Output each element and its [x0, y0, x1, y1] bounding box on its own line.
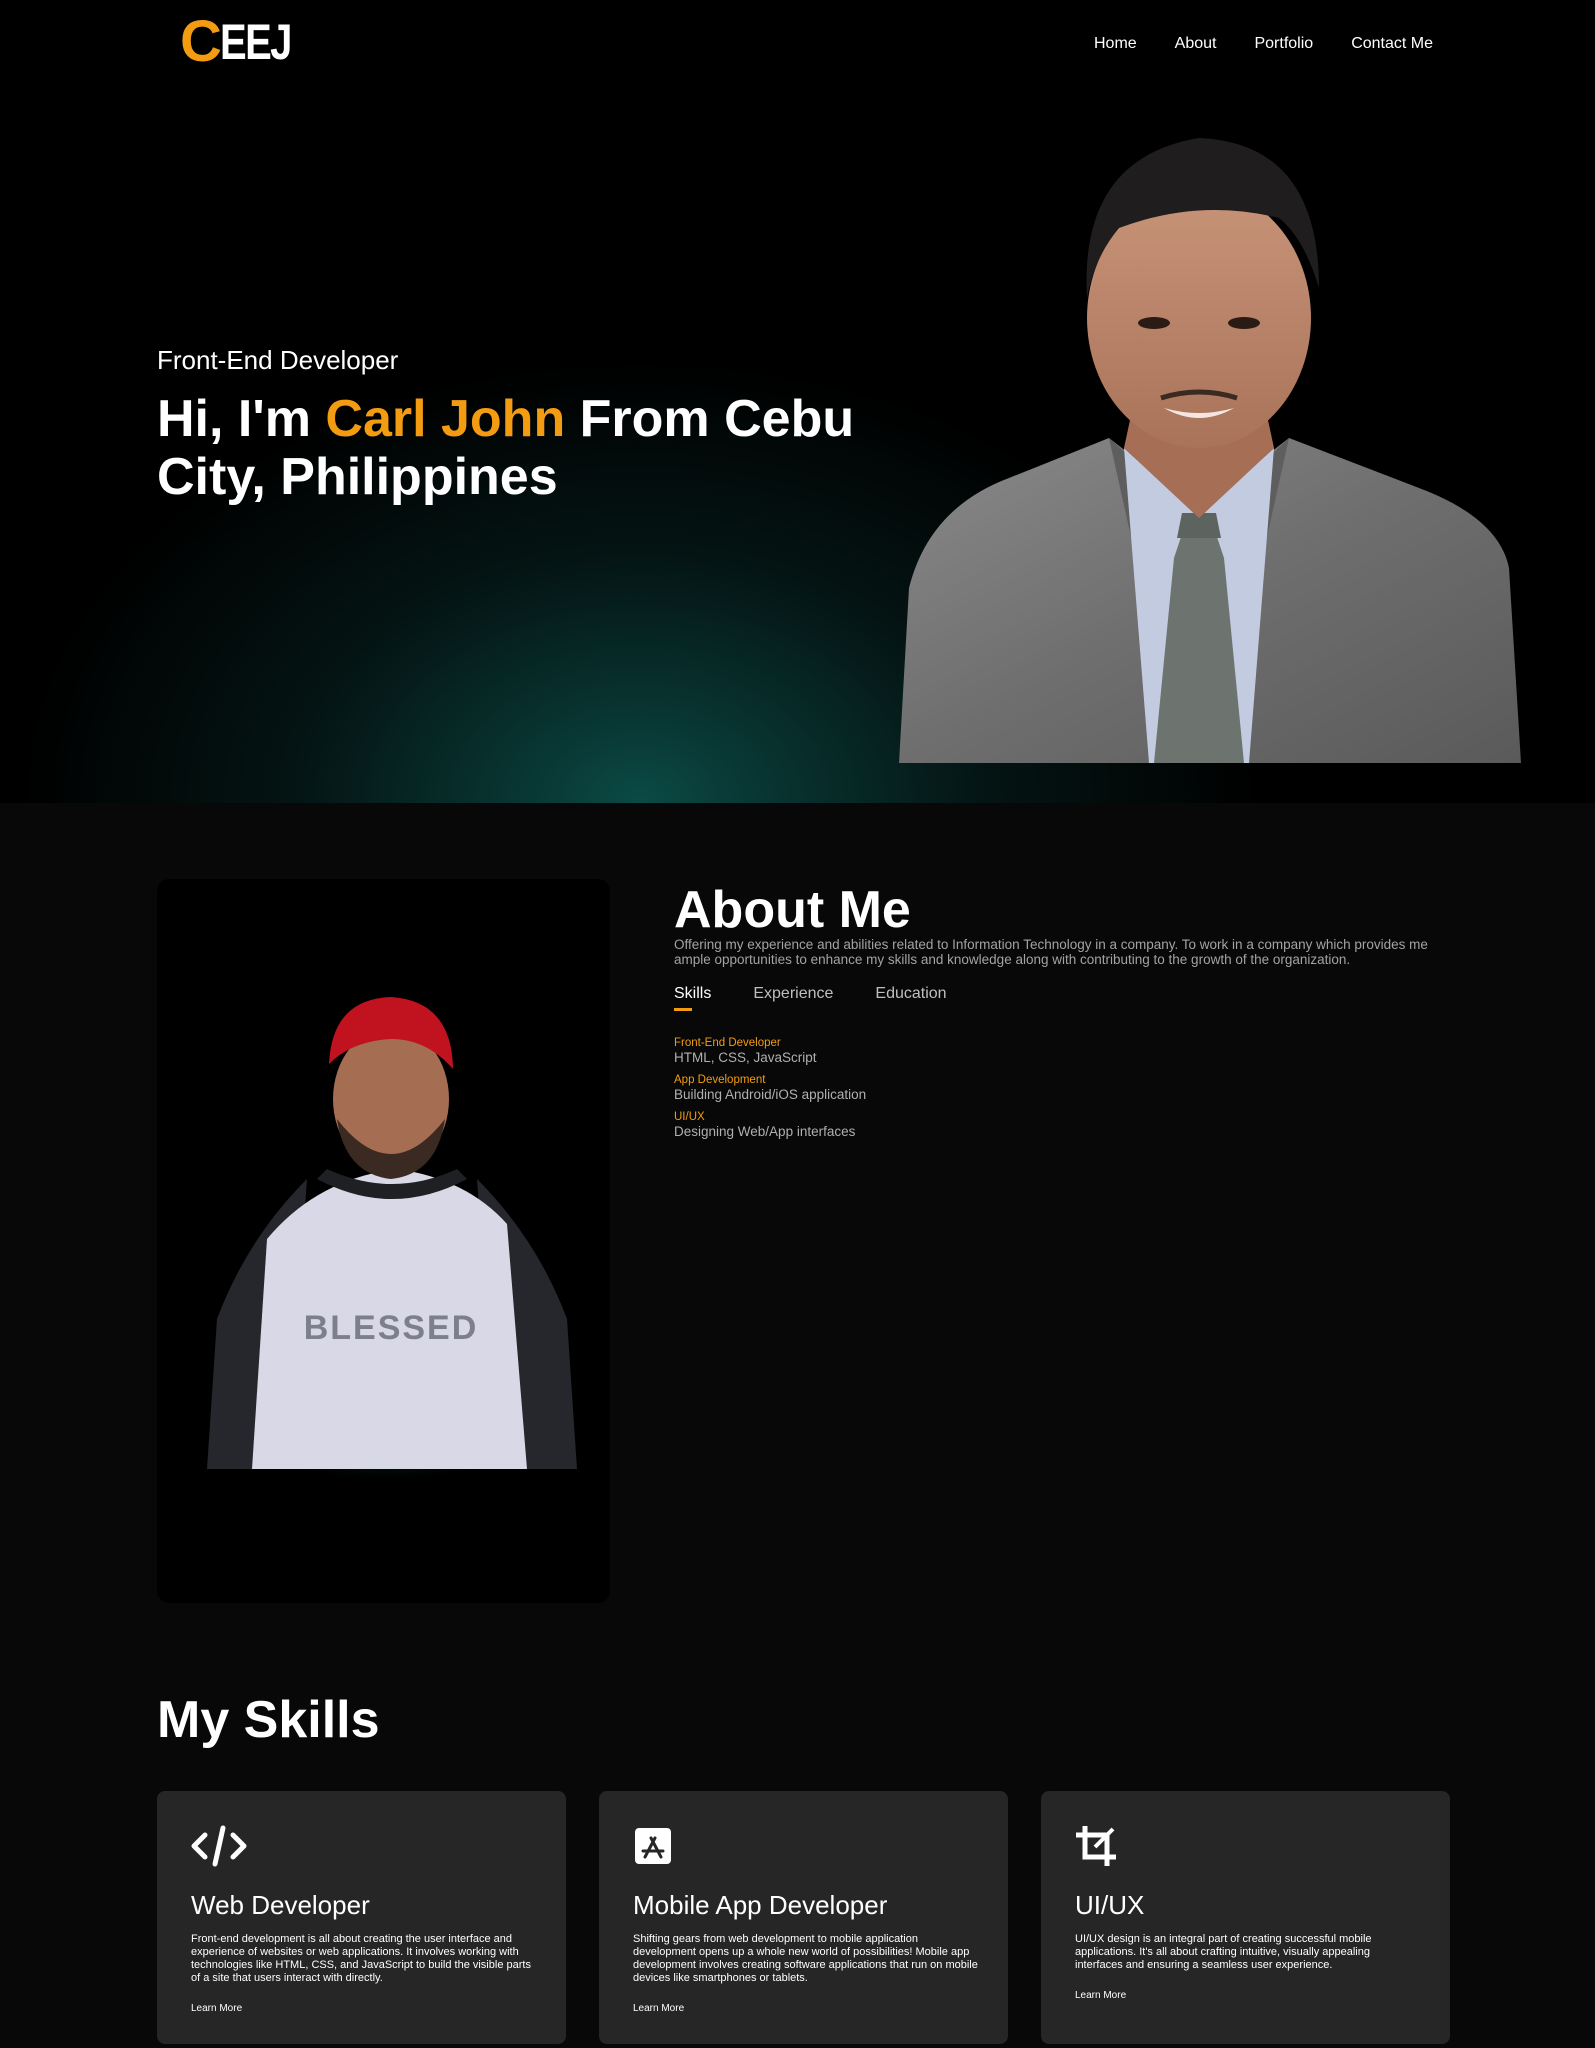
nav-about[interactable]: About	[1175, 34, 1217, 54]
hero-title: Hi, I'm Carl John From Cebu City, Philip…	[157, 390, 977, 506]
learn-more-link[interactable]: Learn More	[633, 2003, 684, 2014]
tab-skills[interactable]: Skills	[674, 985, 711, 1011]
list-item: UI/UX Designing Web/App interfaces	[674, 1111, 1274, 1140]
nav-portfolio[interactable]: Portfolio	[1254, 34, 1313, 54]
learn-more-link[interactable]: Learn More	[1075, 1990, 1126, 2001]
logo-letter: C	[180, 9, 222, 74]
skill-title: Front-End Developer	[674, 1037, 781, 1049]
learn-more-link[interactable]: Learn More	[191, 2003, 242, 2014]
skills-section-title: My Skills	[157, 1691, 380, 1749]
about-photo-card: BLESSED	[157, 879, 610, 1603]
card-text: Shifting gears from web development to m…	[633, 1933, 978, 1984]
main-nav: Home About Portfolio Contact Me	[1094, 34, 1433, 54]
nav-home[interactable]: Home	[1094, 34, 1137, 54]
logo[interactable]: C EEJ	[180, 9, 308, 74]
crop-icon	[1076, 1826, 1116, 1866]
code-icon	[191, 1825, 247, 1867]
card-title: UI/UX	[1075, 1890, 1145, 1920]
about-tabs: Skills Experience Education	[674, 985, 947, 1011]
app-store-icon	[635, 1828, 671, 1864]
hero-section: C EEJ Home About Portfolio Contact Me Fr…	[0, 0, 1595, 803]
card-title: Web Developer	[191, 1890, 370, 1920]
about-title: About Me	[674, 881, 911, 939]
card-title: Mobile App Developer	[633, 1890, 888, 1920]
skill-title: UI/UX	[674, 1111, 705, 1123]
about-description: Offering my experience and abilities rel…	[674, 937, 1428, 967]
hero-portrait	[899, 138, 1521, 763]
card-text: UI/UX design is an integral part of crea…	[1075, 1933, 1372, 1971]
tab-education[interactable]: Education	[875, 985, 946, 1011]
skill-card-mobile: Mobile App Developer Shifting gears from…	[599, 1791, 1008, 2044]
hero-subtitle: Front-End Developer	[157, 345, 399, 375]
card-text: Front-end development is all about creat…	[191, 1933, 531, 1984]
hero-title-name: Carl John	[325, 390, 566, 448]
skill-detail: HTML, CSS, JavaScript	[674, 1050, 817, 1065]
list-item: Front-End Developer HTML, CSS, JavaScrip…	[674, 1037, 1274, 1066]
nav-contact[interactable]: Contact Me	[1351, 34, 1433, 54]
skill-title: App Development	[674, 1074, 766, 1086]
logo-text: EEJ	[219, 14, 292, 70]
about-portrait: BLESSED	[207, 997, 577, 1469]
list-item: App Development Building Android/iOS app…	[674, 1074, 1274, 1103]
tab-experience[interactable]: Experience	[753, 985, 833, 1011]
hero-title-pre: Hi, I'm	[157, 390, 326, 448]
skill-card-uiux: UI/UX UI/UX design is an integral part o…	[1041, 1791, 1450, 2044]
skill-detail: Designing Web/App interfaces	[674, 1124, 856, 1139]
skill-detail: Building Android/iOS application	[674, 1087, 867, 1102]
skill-list: Front-End Developer HTML, CSS, JavaScrip…	[674, 1037, 1274, 1148]
svg-text:BLESSED: BLESSED	[304, 1309, 479, 1347]
skill-card-web: Web Developer Front-end development is a…	[157, 1791, 566, 2044]
